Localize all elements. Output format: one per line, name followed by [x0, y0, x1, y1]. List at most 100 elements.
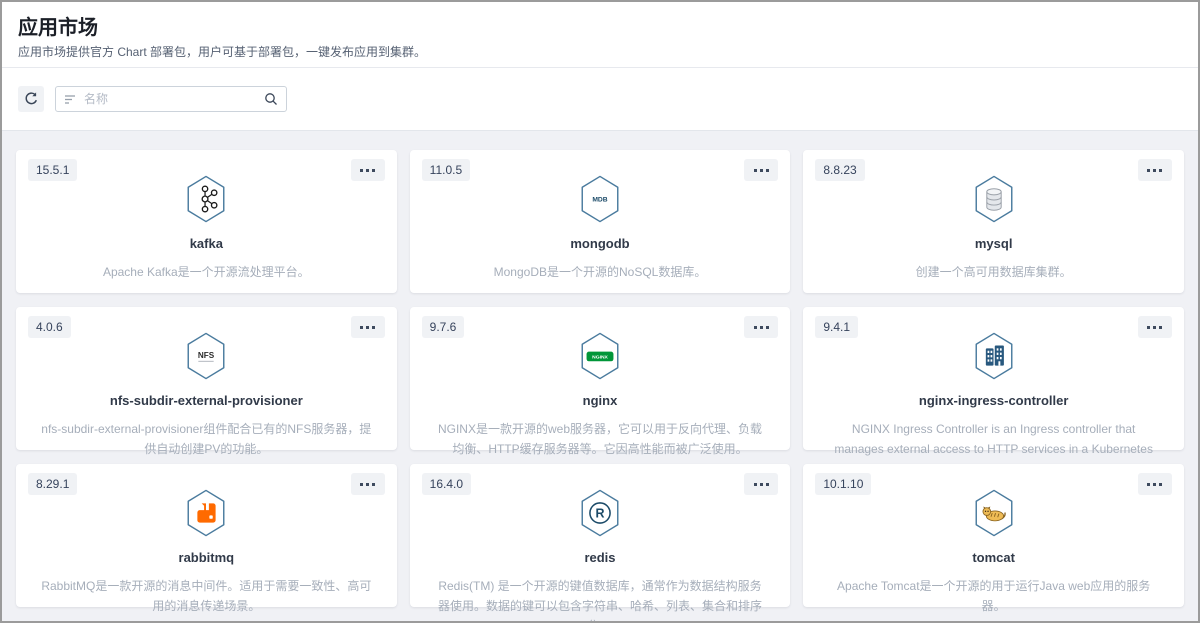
dot: [1147, 483, 1150, 486]
more-ellipsis-icon: [1147, 483, 1162, 486]
app-card-nginx[interactable]: 9.7.6 NGINX nginx NGINX是一款开源的web服务器，它可以用…: [410, 307, 791, 450]
refresh-button[interactable]: [18, 86, 44, 112]
dot: [754, 169, 757, 172]
app-name: redis: [584, 550, 615, 566]
app-name: nginx-ingress-controller: [919, 393, 1069, 409]
nginx-logo-icon: NGINX: [578, 332, 622, 380]
dot: [760, 326, 763, 329]
more-button[interactable]: [744, 316, 778, 338]
app-description: nfs-subdir-external-provisioner组件配合已有的NF…: [28, 419, 385, 459]
dot: [766, 326, 769, 329]
app-name: kafka: [190, 236, 223, 252]
filter-lines-icon: [64, 93, 76, 105]
app-description: RabbitMQ是一款开源的消息中间件。适用于需要一致性、高可用的消息传递场景。: [28, 576, 385, 616]
building-icon: [972, 332, 1016, 380]
more-button[interactable]: [1138, 316, 1172, 338]
app-card-nfs-subdir-external-provisioner[interactable]: 4.0.6 NFS nfs-subdir-external-provisione…: [16, 307, 397, 450]
mongodb-logo-icon: MDB: [578, 175, 622, 223]
dot: [1159, 169, 1162, 172]
tomcat-logo-icon: [972, 489, 1016, 537]
more-ellipsis-icon: [360, 326, 375, 329]
app-description: Apache Kafka是一个开源流处理平台。: [91, 262, 322, 282]
page-title: 应用市场: [18, 16, 1182, 40]
app-name: nginx: [583, 393, 618, 409]
dot: [760, 169, 763, 172]
svg-text:MDB: MDB: [592, 196, 607, 203]
nfs-logo-icon: NFS: [184, 332, 228, 380]
dot: [1159, 326, 1162, 329]
app-description: Apache Tomcat是一个开源的用于运行Java web应用的服务器。: [815, 576, 1172, 616]
version-badge: 9.7.6: [422, 316, 465, 338]
more-button[interactable]: [744, 159, 778, 181]
magnifier-icon[interactable]: [264, 92, 278, 106]
app-description: Redis(TM) 是一个开源的键值数据库，通常作为数据结构服务器使用。数据的键…: [422, 576, 779, 623]
more-ellipsis-icon: [360, 483, 375, 486]
app-name: mysql: [975, 236, 1013, 252]
app-card-kafka[interactable]: 15.5.1 kafka Apache Kafka是: [16, 150, 397, 293]
more-ellipsis-icon: [1147, 169, 1162, 172]
version-badge: 11.0.5: [422, 159, 470, 181]
more-ellipsis-icon: [754, 326, 769, 329]
kafka-logo-icon: [184, 175, 228, 223]
app-card-mongodb[interactable]: 11.0.5 MDB mongodb MongoDB是一个开源的NoSQL数据库…: [410, 150, 791, 293]
dot: [754, 326, 757, 329]
dot: [1159, 483, 1162, 486]
version-badge: 15.5.1: [28, 159, 77, 181]
app-card-rabbitmq[interactable]: 8.29.1 rabbitmq RabbitMQ是一款开源的消息中间件。适用于需…: [16, 464, 397, 607]
more-button[interactable]: [351, 473, 385, 495]
app-name: mongodb: [570, 236, 629, 252]
version-badge: 4.0.6: [28, 316, 71, 338]
rabbitmq-logo-icon: [184, 489, 228, 537]
more-button[interactable]: [351, 316, 385, 338]
toolbar: [2, 68, 1198, 130]
dot: [372, 326, 375, 329]
mysql-database-icon: [972, 175, 1016, 223]
dot: [766, 483, 769, 486]
redis-logo-icon: R: [578, 489, 622, 537]
dot: [766, 169, 769, 172]
app-card-nginx-ingress-controller[interactable]: 9.4.1: [803, 307, 1184, 450]
svg-text:R: R: [595, 507, 604, 521]
more-button[interactable]: [351, 159, 385, 181]
app-description: 创建一个高可用数据库集群。: [904, 262, 1084, 282]
more-ellipsis-icon: [1147, 326, 1162, 329]
dot: [760, 483, 763, 486]
version-badge: 16.4.0: [422, 473, 471, 495]
page-subtitle: 应用市场提供官方 Chart 部署包，用户可基于部署包，一键发布应用到集群。: [18, 45, 1182, 59]
app-card-tomcat[interactable]: 10.1.10 tomcat: [803, 464, 1184, 607]
page-header: 应用市场 应用市场提供官方 Chart 部署包，用户可基于部署包，一键发布应用到…: [2, 2, 1198, 68]
search-box: [55, 86, 287, 112]
refresh-icon: [23, 91, 39, 107]
more-ellipsis-icon: [360, 169, 375, 172]
app-name: rabbitmq: [179, 550, 235, 566]
dot: [1153, 483, 1156, 486]
version-badge: 9.4.1: [815, 316, 858, 338]
dot: [1153, 169, 1156, 172]
app-name: tomcat: [972, 550, 1015, 566]
svg-text:NGINX: NGINX: [592, 355, 608, 361]
app-card-redis[interactable]: 16.4.0 R redis Redis(TM) 是一个开源的键值数据库，通常作…: [410, 464, 791, 607]
app-name: nfs-subdir-external-provisioner: [110, 393, 303, 409]
more-ellipsis-icon: [754, 169, 769, 172]
dot: [366, 483, 369, 486]
version-badge: 8.29.1: [28, 473, 77, 495]
more-button[interactable]: [744, 473, 778, 495]
dot: [754, 483, 757, 486]
app-card-mysql[interactable]: 8.8.23 mysql 创建一个高可用数据库集群。: [803, 150, 1184, 293]
dot: [372, 483, 375, 486]
search-input[interactable]: [82, 91, 258, 107]
svg-text:NFS: NFS: [198, 351, 215, 360]
version-badge: 8.8.23: [815, 159, 864, 181]
more-button[interactable]: [1138, 159, 1172, 181]
dot: [360, 169, 363, 172]
dot: [372, 169, 375, 172]
more-ellipsis-icon: [754, 483, 769, 486]
dot: [366, 169, 369, 172]
dot: [360, 326, 363, 329]
dot: [1147, 326, 1150, 329]
app-description: NGINX是一款开源的web服务器，它可以用于反向代理、负载均衡、HTTP缓存服…: [422, 419, 779, 459]
dot: [1147, 169, 1150, 172]
dot: [1153, 326, 1156, 329]
more-button[interactable]: [1138, 473, 1172, 495]
app-card-grid: 15.5.1 kafka Apache Kafka是: [2, 130, 1198, 621]
